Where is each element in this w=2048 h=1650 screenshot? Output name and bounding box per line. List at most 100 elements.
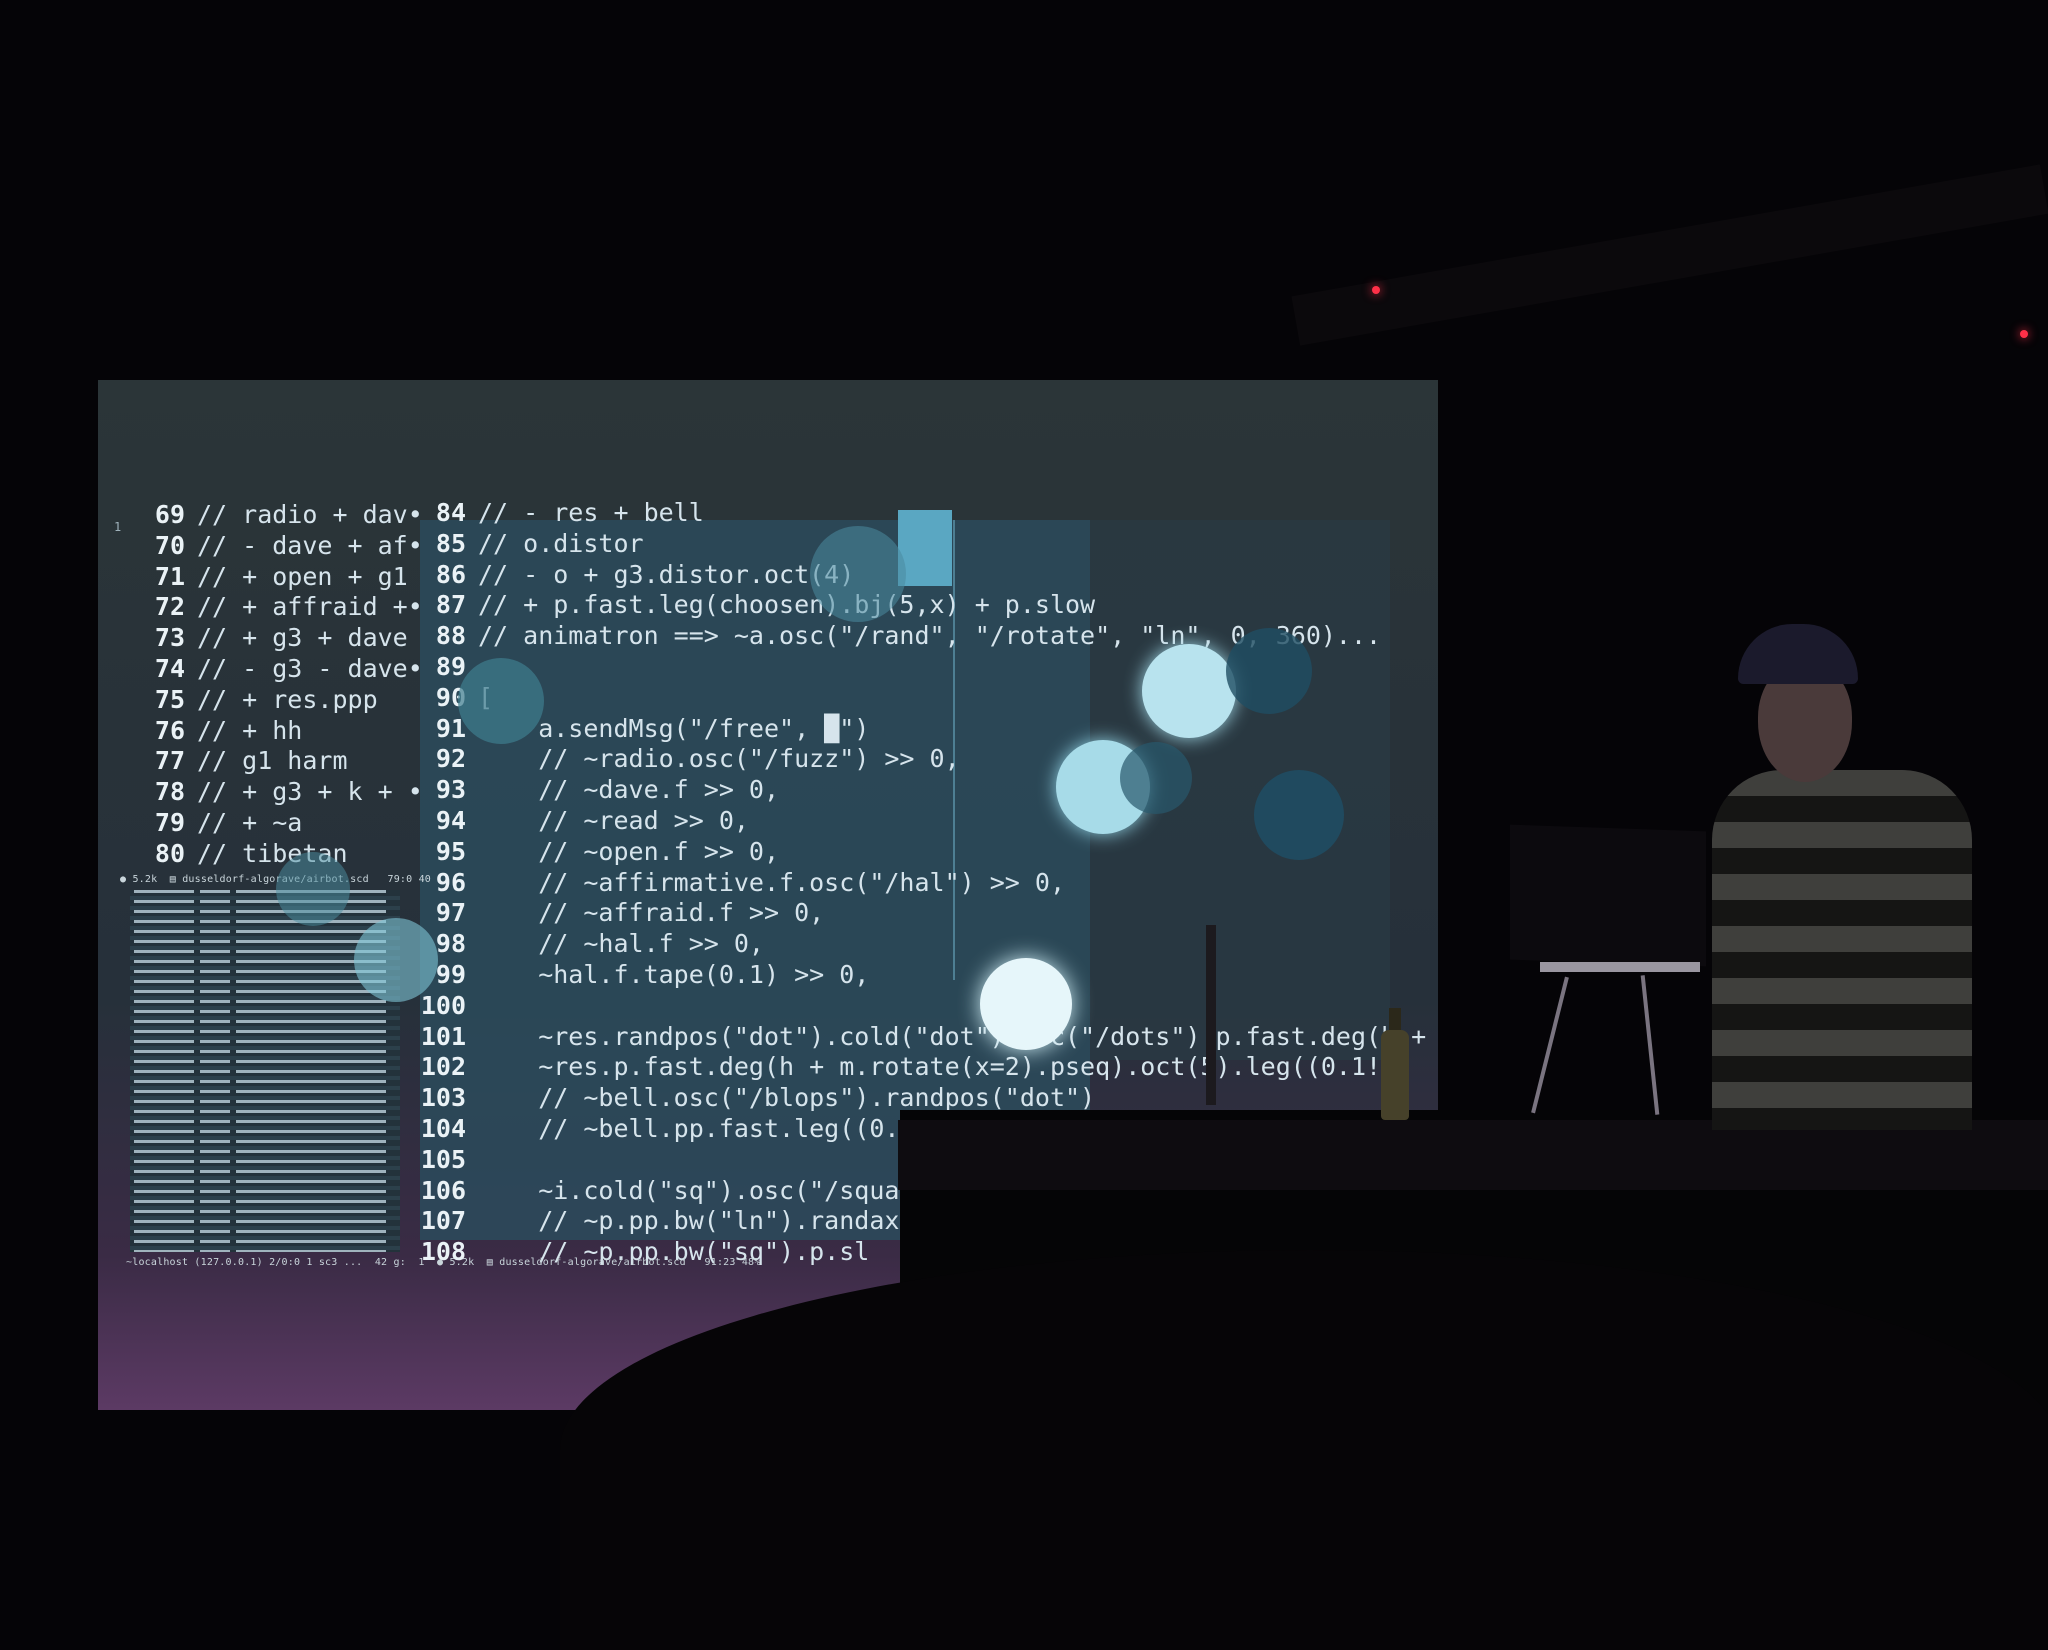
line-number: 93 — [435, 775, 466, 805]
code-line[interactable]: 101 ~res.randpos("dot").cold("dot").osc(… — [420, 1021, 1426, 1053]
line-number: 88 — [435, 621, 466, 651]
performance-table — [898, 1120, 2048, 1190]
log-column — [134, 890, 194, 1252]
line-number: 72 — [154, 592, 185, 622]
line-number: 70 — [154, 530, 185, 560]
line-number: 79 — [154, 807, 185, 837]
code-text: // ~bell.osc("/blops").randpos("dot") — [478, 1083, 1096, 1113]
code-text: // ~read >> 0, — [478, 805, 749, 835]
bokeh-circle — [1142, 644, 1236, 738]
line-number: 100 — [420, 990, 466, 1020]
laptop-stand-leg — [1640, 975, 1660, 1115]
code-line[interactable]: 85 // o.distor — [420, 529, 1400, 560]
bokeh-circle — [1120, 742, 1192, 814]
code-line[interactable]: 97 // ~affraid.f >> 0, — [420, 898, 1400, 929]
line-number: 73 — [154, 623, 185, 653]
line-number: 105 — [420, 1144, 466, 1174]
line-number: 97 — [435, 898, 466, 928]
line-number: 75 — [154, 684, 185, 714]
code-text: // o.distor — [478, 528, 644, 558]
laptop-lid — [1510, 824, 1706, 967]
code-line[interactable]: 77 // g1 harm — [140, 746, 410, 777]
pane-marker: 1 — [114, 520, 122, 534]
code-line[interactable]: 96 // ~affirmative.f.osc("/hal") >> 0, — [420, 868, 1400, 899]
rig-led — [1372, 286, 1380, 294]
code-line[interactable]: 78 // + g3 + k + • — [140, 777, 423, 808]
code-line[interactable]: 86 // - o + g3.distor.oct(4) — [420, 560, 1400, 591]
code-text: // radio + dav• — [197, 500, 423, 529]
code-line[interactable]: 102 ~res.p.fast.deg(h + m.rotate(x=2).ps… — [420, 1052, 1411, 1083]
code-line[interactable]: 99 ~hal.f.tape(0.1) >> 0, — [420, 960, 1400, 991]
beer-bottle — [1381, 1030, 1409, 1120]
editor-left-pane[interactable]: 69 // radio + dav• 70 // - dave + af• 71 // +… — [140, 500, 423, 870]
code-line[interactable]: 84 // - res + bell — [420, 498, 1400, 529]
lighting-truss — [1291, 164, 2048, 346]
code-line[interactable]: 100 — [420, 991, 1400, 1022]
code-line[interactable]: 73 // + g3 + dave — [140, 623, 410, 654]
line-number: 91 — [435, 713, 466, 743]
code-line[interactable]: 72 // + affraid +• — [140, 592, 423, 623]
bokeh-circle — [980, 958, 1072, 1050]
code-line[interactable]: 95 // ~open.f >> 0, — [420, 837, 1400, 868]
rig-led — [2020, 330, 2028, 338]
line-number: 95 — [435, 836, 466, 866]
code-line[interactable]: 76 // + hh — [140, 716, 410, 747]
code-line[interactable]: 69 // radio + dav• — [140, 500, 423, 531]
line-number: 71 — [154, 561, 185, 591]
performer-cap — [1738, 624, 1858, 684]
code-line[interactable]: 71 // + open + g1 — [140, 562, 410, 593]
audience-silhouette — [560, 1250, 2048, 1650]
line-number: 103 — [420, 1083, 466, 1113]
code-line[interactable]: 80// tibetan — [140, 839, 410, 870]
code-line[interactable]: 75 // + res.ppp — [140, 685, 410, 716]
code-text: // ~dave.f >> 0, — [478, 775, 780, 805]
code-line[interactable]: 98 // ~hal.f >> 0, — [420, 929, 1400, 960]
line-number: 69 — [154, 500, 185, 529]
code-text: // + affraid +• — [197, 592, 423, 622]
line-number: 78 — [154, 777, 185, 807]
code-text: // + hh — [197, 715, 303, 745]
code-text: // ~hal.f >> 0, — [478, 929, 764, 959]
code-text: ~i.cold("sq").osc("/square — [478, 1175, 930, 1205]
code-text: // ~affirmative.f.osc("/hal") >> 0, — [478, 867, 1065, 897]
code-line[interactable]: 87 // + p.fast.leg(choosen).bj(5,x) + p.s… — [420, 590, 1400, 621]
code-text: // - res + bell — [478, 498, 704, 527]
code-line[interactable]: 92 // ~radio.osc("/fuzz") >> 0, — [420, 744, 1400, 775]
code-text: // ~p.pp.bw("ln").randaxis — [478, 1206, 930, 1236]
code-text: // ~open.f >> 0, — [478, 836, 780, 866]
line-number: 89 — [435, 651, 466, 681]
line-number: 94 — [435, 805, 466, 835]
code-line[interactable]: 74 // - g3 - dave• — [140, 653, 423, 685]
line-number: 80 — [154, 838, 185, 868]
line-number: 85 — [435, 528, 466, 558]
code-line[interactable]: 91 a.sendMsg("/free", █") — [420, 714, 1400, 745]
code-text: // + open + g1 — [197, 561, 408, 591]
line-number: 74 — [154, 653, 185, 683]
code-line[interactable]: 93 // ~dave.f >> 0, — [420, 775, 1400, 806]
line-number: 92 — [435, 744, 466, 774]
line-number: 101 — [420, 1021, 466, 1051]
code-text: // + res.ppp — [197, 684, 378, 714]
bottom-status-bar: ~localhost (127.0.0.1) 2/0:0 1 sc3 ... 4… — [126, 1257, 761, 1268]
code-text: // + ~a — [197, 807, 303, 837]
line-number: 87 — [435, 590, 466, 620]
code-line[interactable]: 79 // + ~a — [140, 808, 410, 839]
bokeh-circle — [458, 658, 544, 744]
bokeh-circle — [1254, 770, 1344, 860]
line-number: 107 — [420, 1206, 466, 1236]
code-text: // ~affraid.f >> 0, — [478, 898, 825, 928]
code-text: ~hal.f.tape(0.1) >> 0, — [478, 959, 870, 989]
code-text: // - g3 - dave• — [197, 653, 423, 683]
mic-stand — [1206, 925, 1216, 1105]
bokeh-circle — [1226, 628, 1312, 714]
code-text: ~res.p.fast.deg(h + m.rotate(x=2).pseq).… — [478, 1052, 1412, 1082]
code-line[interactable]: 94 // ~read >> 0, — [420, 806, 1400, 837]
code-text: // + g3 + dave — [197, 623, 408, 653]
bokeh-circle — [276, 852, 350, 926]
line-number: 77 — [154, 746, 185, 776]
bokeh-circle — [354, 918, 438, 1002]
performer-striped-shirt — [1712, 770, 1972, 1130]
code-line[interactable]: 70 // - dave + af• — [140, 530, 423, 562]
code-text: // ~radio.osc("/fuzz") >> 0, — [478, 744, 960, 774]
laptop-base — [1540, 962, 1700, 972]
